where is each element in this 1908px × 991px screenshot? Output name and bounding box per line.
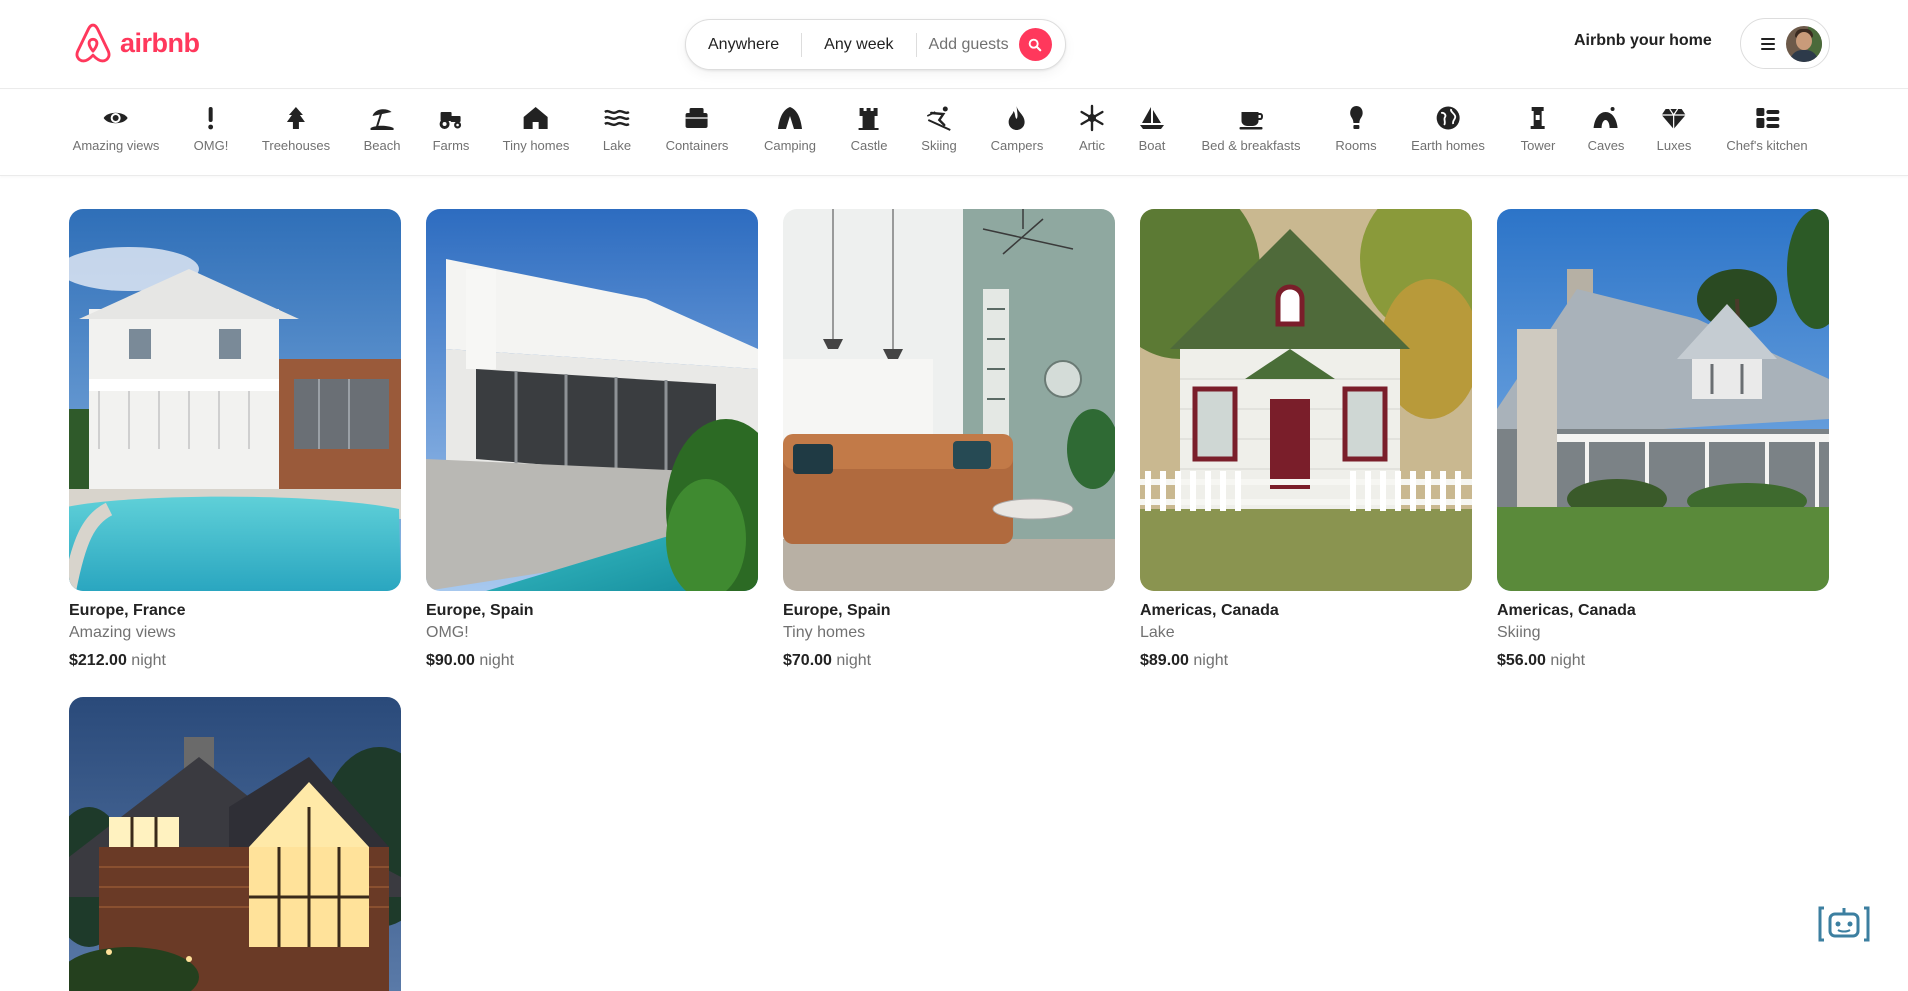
listing-category: Skiing: [1497, 624, 1541, 641]
category-luxes[interactable]: Luxes: [1657, 104, 1691, 153]
search-guests[interactable]: Add guests: [917, 36, 1019, 54]
search-bar[interactable]: Anywhere Any week Add guests: [685, 19, 1066, 70]
category-containers[interactable]: Containers: [666, 104, 728, 153]
search-where[interactable]: Anywhere: [686, 36, 801, 54]
category-omg[interactable]: OMG!: [194, 104, 228, 153]
category-artic[interactable]: Artic: [1078, 104, 1106, 153]
hamburger-menu-icon: [1761, 37, 1775, 50]
listing-card[interactable]: Europe, Spain Tiny homes $70.00 night: [783, 209, 1115, 671]
fire-icon: [1009, 106, 1025, 130]
listing-price: $70.00 night: [783, 652, 872, 669]
category-castle[interactable]: Castle: [851, 104, 887, 153]
listing-photo-craftsman-house: [1497, 209, 1829, 591]
listing-card[interactable]: Europe, Spain OMG! $90.00 night: [426, 209, 758, 671]
listing-category: Tiny homes: [783, 624, 866, 641]
category-earth-homes[interactable]: Earth homes: [1411, 104, 1485, 153]
listing-price: $56.00 night: [1497, 652, 1586, 669]
eye-icon: [103, 112, 128, 124]
house-icon: [524, 107, 548, 129]
listing-location: Americas, Canada: [1497, 602, 1636, 619]
category-farms[interactable]: Farms: [433, 104, 469, 153]
castle-icon: [858, 108, 879, 130]
diamond-icon: [1661, 108, 1686, 129]
listing-photo-living-room: [783, 209, 1115, 591]
brand-name: airbnb: [120, 28, 200, 58]
airbnb-logo[interactable]: airbnb: [72, 21, 200, 66]
avatar: [1786, 25, 1822, 62]
category-caves[interactable]: Caves: [1588, 104, 1624, 153]
search-when[interactable]: Any week: [802, 36, 915, 54]
listing-card[interactable]: Americas, Canada Skiing $56.00 night: [1497, 209, 1829, 671]
top-header: airbnb Anywhere Any week Add guests Airb…: [0, 0, 1908, 89]
listing-photo-cabin-dusk: [69, 697, 401, 991]
category-beach[interactable]: Beach: [364, 104, 400, 153]
listing-location: Europe, Spain: [426, 602, 534, 619]
bot-icon: [1818, 906, 1870, 942]
category-bed-and-breakfasts[interactable]: Bed & breakfasts: [1202, 104, 1301, 153]
tent-icon: [778, 107, 802, 129]
listing-location: Europe, Spain: [783, 602, 891, 619]
category-bar: Amazing views OMG! Treehouses Beach Farm…: [0, 90, 1908, 176]
listing-price: $212.00 night: [69, 652, 166, 669]
waves-icon: [604, 109, 630, 127]
listing-photo[interactable]: [426, 209, 758, 591]
chat-widget-button[interactable]: [1816, 900, 1872, 948]
listing-photo[interactable]: [69, 697, 401, 991]
airbnb-logo-icon: [75, 23, 111, 63]
airbnb-your-home-link[interactable]: Airbnb your home: [1574, 32, 1712, 50]
beach-umbrella-icon: [371, 109, 394, 130]
listing-photo[interactable]: [1140, 209, 1472, 591]
category-skiing[interactable]: Skiing: [921, 104, 957, 153]
listing-card[interactable]: [69, 697, 401, 991]
category-tiny-homes[interactable]: Tiny homes: [503, 104, 569, 153]
stove-icon: [1756, 108, 1779, 128]
listing-photo[interactable]: [69, 209, 401, 591]
listing-location: Americas, Canada: [1140, 602, 1279, 619]
skier-icon: [926, 106, 951, 131]
sailboat-icon: [1140, 107, 1164, 129]
listing-location: Europe, France: [69, 602, 186, 619]
exclamation-icon: [208, 107, 214, 130]
tractor-icon: [440, 112, 462, 129]
user-menu-button[interactable]: [1740, 18, 1830, 69]
coffee-cup-icon: [1239, 112, 1263, 130]
listing-card[interactable]: Europe, France Amazing views $212.00 nig…: [69, 209, 401, 671]
snowflake-icon: [1080, 104, 1104, 132]
listing-photo-farmhouse: [1140, 209, 1472, 591]
listing-photo[interactable]: [783, 209, 1115, 591]
category-rooms[interactable]: Rooms: [1335, 104, 1377, 153]
listing-photo-modern-house: [426, 209, 758, 591]
category-chefs-kitchen[interactable]: Chef's kitchen: [1726, 104, 1808, 153]
globe-icon: [1436, 106, 1460, 130]
category-lake[interactable]: Lake: [603, 104, 631, 153]
search-button[interactable]: [1018, 28, 1052, 61]
category-boat[interactable]: Boat: [1138, 104, 1166, 153]
listing-photo[interactable]: [1497, 209, 1829, 591]
lamp-icon: [1349, 106, 1363, 129]
listing-category: OMG!: [426, 624, 469, 641]
listing-photo-villa-pool: [69, 209, 401, 591]
tower-icon: [1531, 107, 1545, 129]
listing-category: Amazing views: [69, 624, 176, 641]
listing-price: $90.00 night: [426, 652, 515, 669]
category-camping[interactable]: Camping: [764, 104, 816, 153]
category-tower[interactable]: Tower: [1521, 104, 1555, 153]
search-icon: [1028, 38, 1042, 51]
category-treehouses[interactable]: Treehouses: [262, 104, 330, 153]
listing-category: Lake: [1140, 624, 1175, 641]
listing-card[interactable]: Americas, Canada Lake $89.00 night: [1140, 209, 1472, 671]
category-amazing-views[interactable]: Amazing views: [73, 104, 159, 153]
container-icon: [686, 108, 708, 128]
cave-icon: [1593, 107, 1618, 128]
category-campers[interactable]: Campers: [991, 104, 1043, 153]
listing-price: $89.00 night: [1140, 652, 1229, 669]
tree-icon: [286, 107, 305, 129]
